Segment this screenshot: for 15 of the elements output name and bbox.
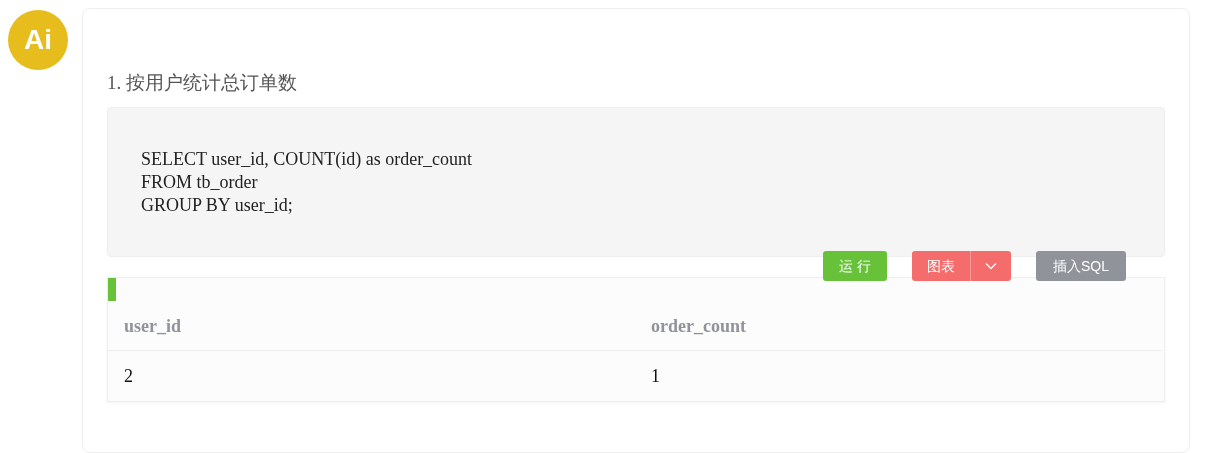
code-line: SELECT user_id, COUNT(id) as order_count xyxy=(141,148,474,171)
accent-bar xyxy=(108,278,116,301)
insert-sql-button[interactable]: 插入SQL xyxy=(1036,251,1126,281)
avatar: Ai xyxy=(8,10,68,70)
chart-button[interactable]: 图表 xyxy=(912,251,971,281)
dropdown-button[interactable] xyxy=(971,251,1011,281)
code-line: GROUP BY user_id; xyxy=(141,194,294,217)
table-cell-text: 1 xyxy=(650,365,661,388)
run-button[interactable]: 运 行 xyxy=(823,251,887,281)
code-line: FROM tb_order xyxy=(141,171,259,194)
section-heading: 1. 按用户统计总订单数 xyxy=(107,71,298,95)
chevron-down-icon xyxy=(985,262,997,270)
table-cell-text: 2 xyxy=(123,365,134,388)
column-header: user_id xyxy=(108,301,635,351)
column-header: order_count xyxy=(635,301,1162,351)
